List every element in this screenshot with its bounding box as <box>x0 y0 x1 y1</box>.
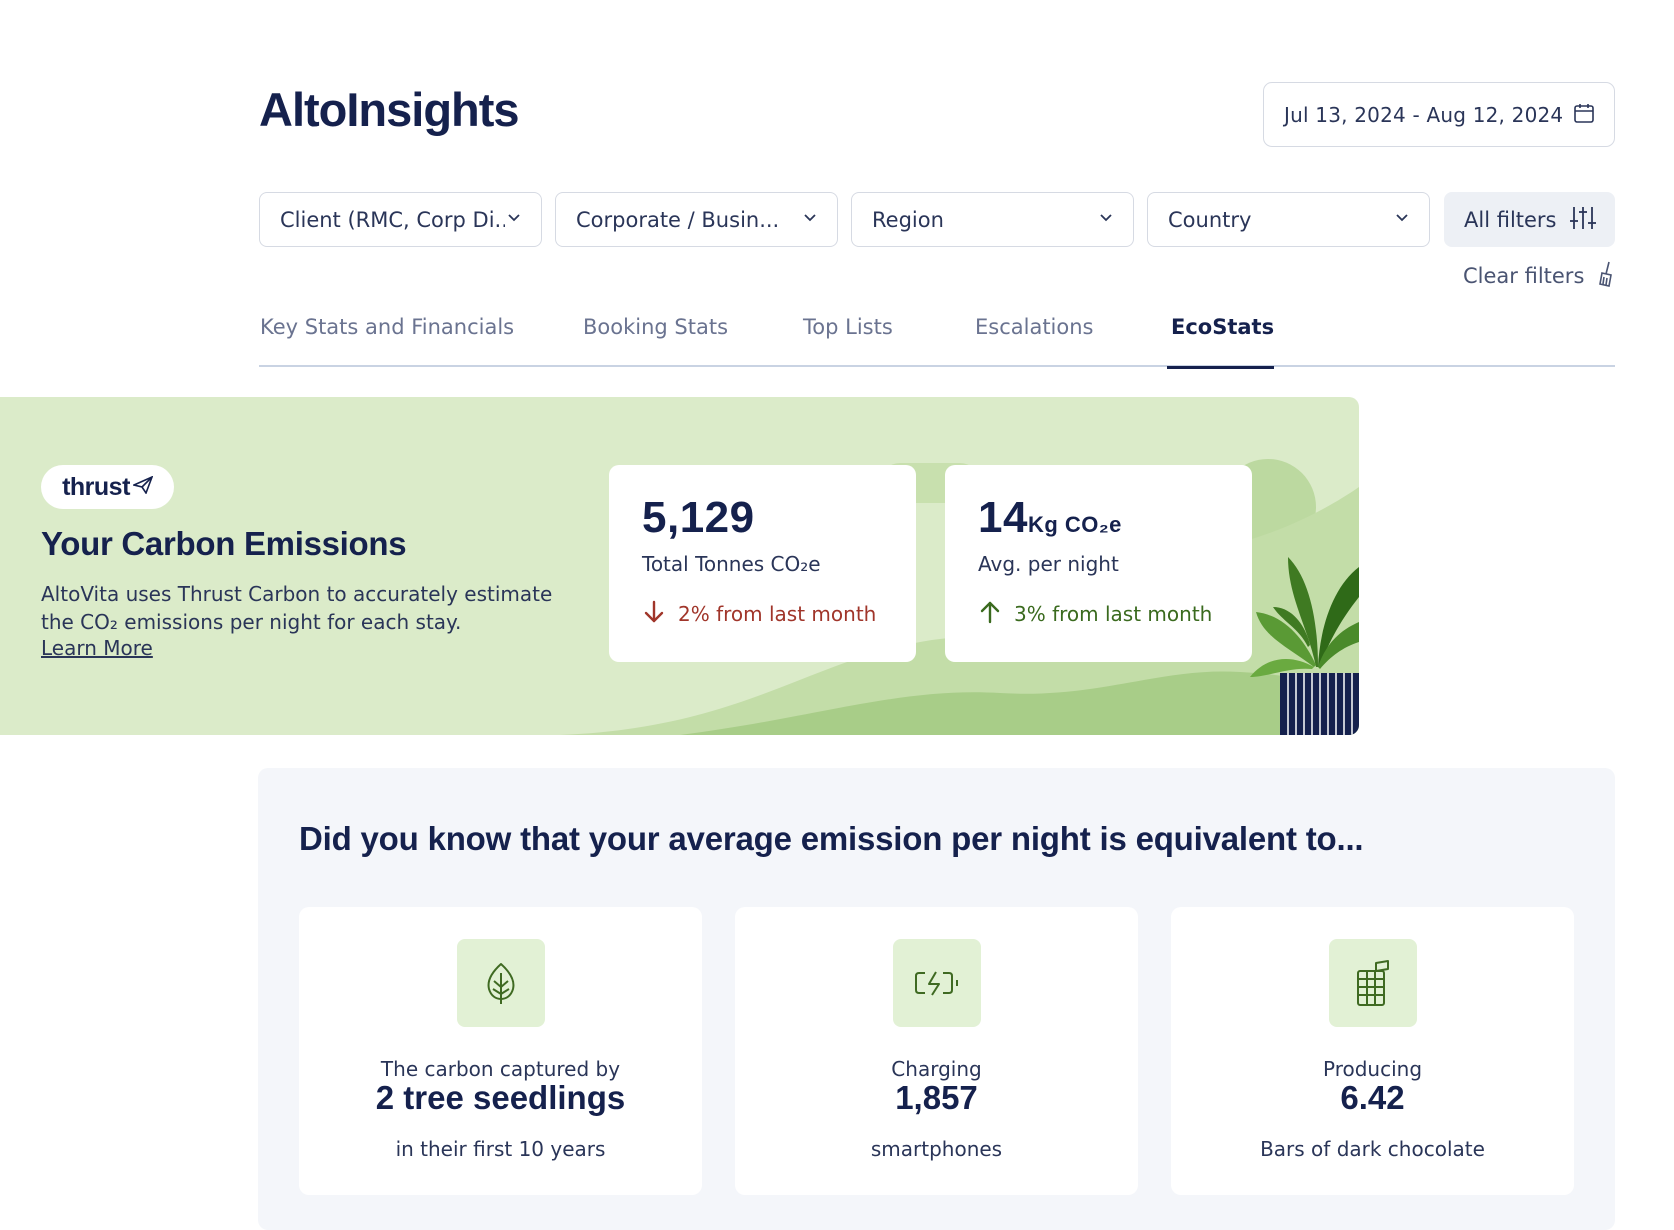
equivalent-value: 1,857 <box>895 1079 978 1116</box>
equivalent-value: 2 tree seedlings <box>375 1079 626 1116</box>
equivalent-post-text: smartphones <box>870 1137 1003 1161</box>
equivalent-pre-text: Charging <box>891 1057 982 1081</box>
stat-change-text: 2% from last month <box>678 602 877 626</box>
equivalent-post-text: in their first 10 years <box>395 1137 606 1161</box>
stat-unit: Kg CO₂e <box>1027 512 1122 537</box>
total-emissions-card: 5,129 Total Tonnes CO₂e 2% from last mon… <box>609 465 916 662</box>
equivalents-panel: Did you know that your average emission … <box>258 768 1615 1230</box>
region-filter-dropdown[interactable]: Region <box>851 192 1134 247</box>
corporate-filter-dropdown[interactable]: Corporate / Busin... <box>555 192 838 247</box>
date-range-text: Jul 13, 2024 - Aug 12, 2024 <box>1284 102 1564 127</box>
stat-change: 2% from last month <box>642 599 876 629</box>
stat-label: Total Tonnes CO₂e <box>642 552 821 576</box>
tab-key-stats[interactable]: Key Stats and Financials <box>260 315 514 367</box>
equivalent-card-smartphones: Charging 1,857 smartphones <box>735 907 1138 1195</box>
equivalent-value: 6.42 <box>1340 1079 1405 1116</box>
all-filters-label: All filters <box>1464 207 1557 232</box>
learn-more-link[interactable]: Learn More <box>41 636 153 660</box>
clear-filters-button[interactable]: Clear filters <box>1463 260 1615 292</box>
chevron-down-icon <box>1393 209 1411 231</box>
battery-charging-icon <box>893 939 981 1027</box>
tab-top-lists[interactable]: Top Lists <box>803 315 893 367</box>
banner-title: Your Carbon Emissions <box>41 525 407 562</box>
stat-label: Avg. per night <box>978 552 1119 576</box>
banner-description: AltoVita uses Thrust Carbon to accuratel… <box>41 580 561 636</box>
stat-value-number: 5,129 <box>642 493 755 542</box>
stat-change: 3% from last month <box>978 599 1212 629</box>
equivalent-card-trees: The carbon captured by 2 tree seedlings … <box>299 907 702 1195</box>
all-filters-button[interactable]: All filters <box>1444 192 1615 247</box>
thrust-logo-text: thrust <box>62 472 130 501</box>
page-title: AltoInsights <box>259 83 520 136</box>
tab-ecostats[interactable]: EcoStats <box>1166 315 1275 369</box>
sliders-icon <box>1569 205 1597 235</box>
equivalent-pre-text: Producing <box>1322 1057 1423 1081</box>
chevron-down-icon <box>505 209 523 231</box>
equivalents-title: Did you know that your average emission … <box>299 820 1364 857</box>
arrow-down-icon <box>642 599 666 630</box>
stat-value-number: 14 <box>978 493 1028 542</box>
filter-label: Country <box>1168 207 1252 232</box>
date-range-picker[interactable]: Jul 13, 2024 - Aug 12, 2024 <box>1263 82 1615 147</box>
filter-label: Region <box>872 207 944 232</box>
thrust-logo: thrust <box>41 465 174 509</box>
country-filter-dropdown[interactable]: Country <box>1147 192 1430 247</box>
potted-plant-illustration <box>1250 557 1359 735</box>
avg-per-night-card: 14Kg CO₂e Avg. per night 3% from last mo… <box>945 465 1252 662</box>
tab-booking-stats[interactable]: Booking Stats <box>583 315 728 367</box>
equivalent-card-chocolate: Producing 6.42 Bars of dark chocolate <box>1171 907 1574 1195</box>
chevron-down-icon <box>801 209 819 231</box>
leaf-icon <box>457 939 545 1027</box>
clear-filters-label: Clear filters <box>1463 264 1585 288</box>
chevron-down-icon <box>1097 209 1115 231</box>
stat-value: 5,129 <box>642 493 755 543</box>
carbon-emissions-banner: thrust Your Carbon Emissions AltoVita us… <box>0 397 1359 735</box>
equivalent-post-text: Bars of dark chocolate <box>1260 1137 1485 1161</box>
calendar-icon <box>1572 101 1596 129</box>
tab-bar: Key Stats and Financials Booking Stats T… <box>259 305 1615 369</box>
equivalent-pre-text: The carbon captured by <box>380 1057 621 1081</box>
chocolate-bar-icon <box>1329 939 1417 1027</box>
tab-escalations[interactable]: Escalations <box>975 315 1094 367</box>
filter-label: Corporate / Busin... <box>576 207 780 232</box>
stat-value: 14Kg CO₂e <box>978 493 1122 543</box>
paper-plane-icon <box>131 475 154 498</box>
stat-change-text: 3% from last month <box>1014 602 1213 626</box>
arrow-up-icon <box>978 599 1002 630</box>
banner-description-line: AltoVita uses Thrust Carbon to accuratel… <box>41 582 553 606</box>
banner-description-line: the CO₂ emissions per night for each sta… <box>41 610 462 634</box>
broom-icon <box>1597 260 1615 292</box>
filter-label: Client (RMC, Corp Di... <box>280 207 505 232</box>
client-filter-dropdown[interactable]: Client (RMC, Corp Di... <box>259 192 542 247</box>
